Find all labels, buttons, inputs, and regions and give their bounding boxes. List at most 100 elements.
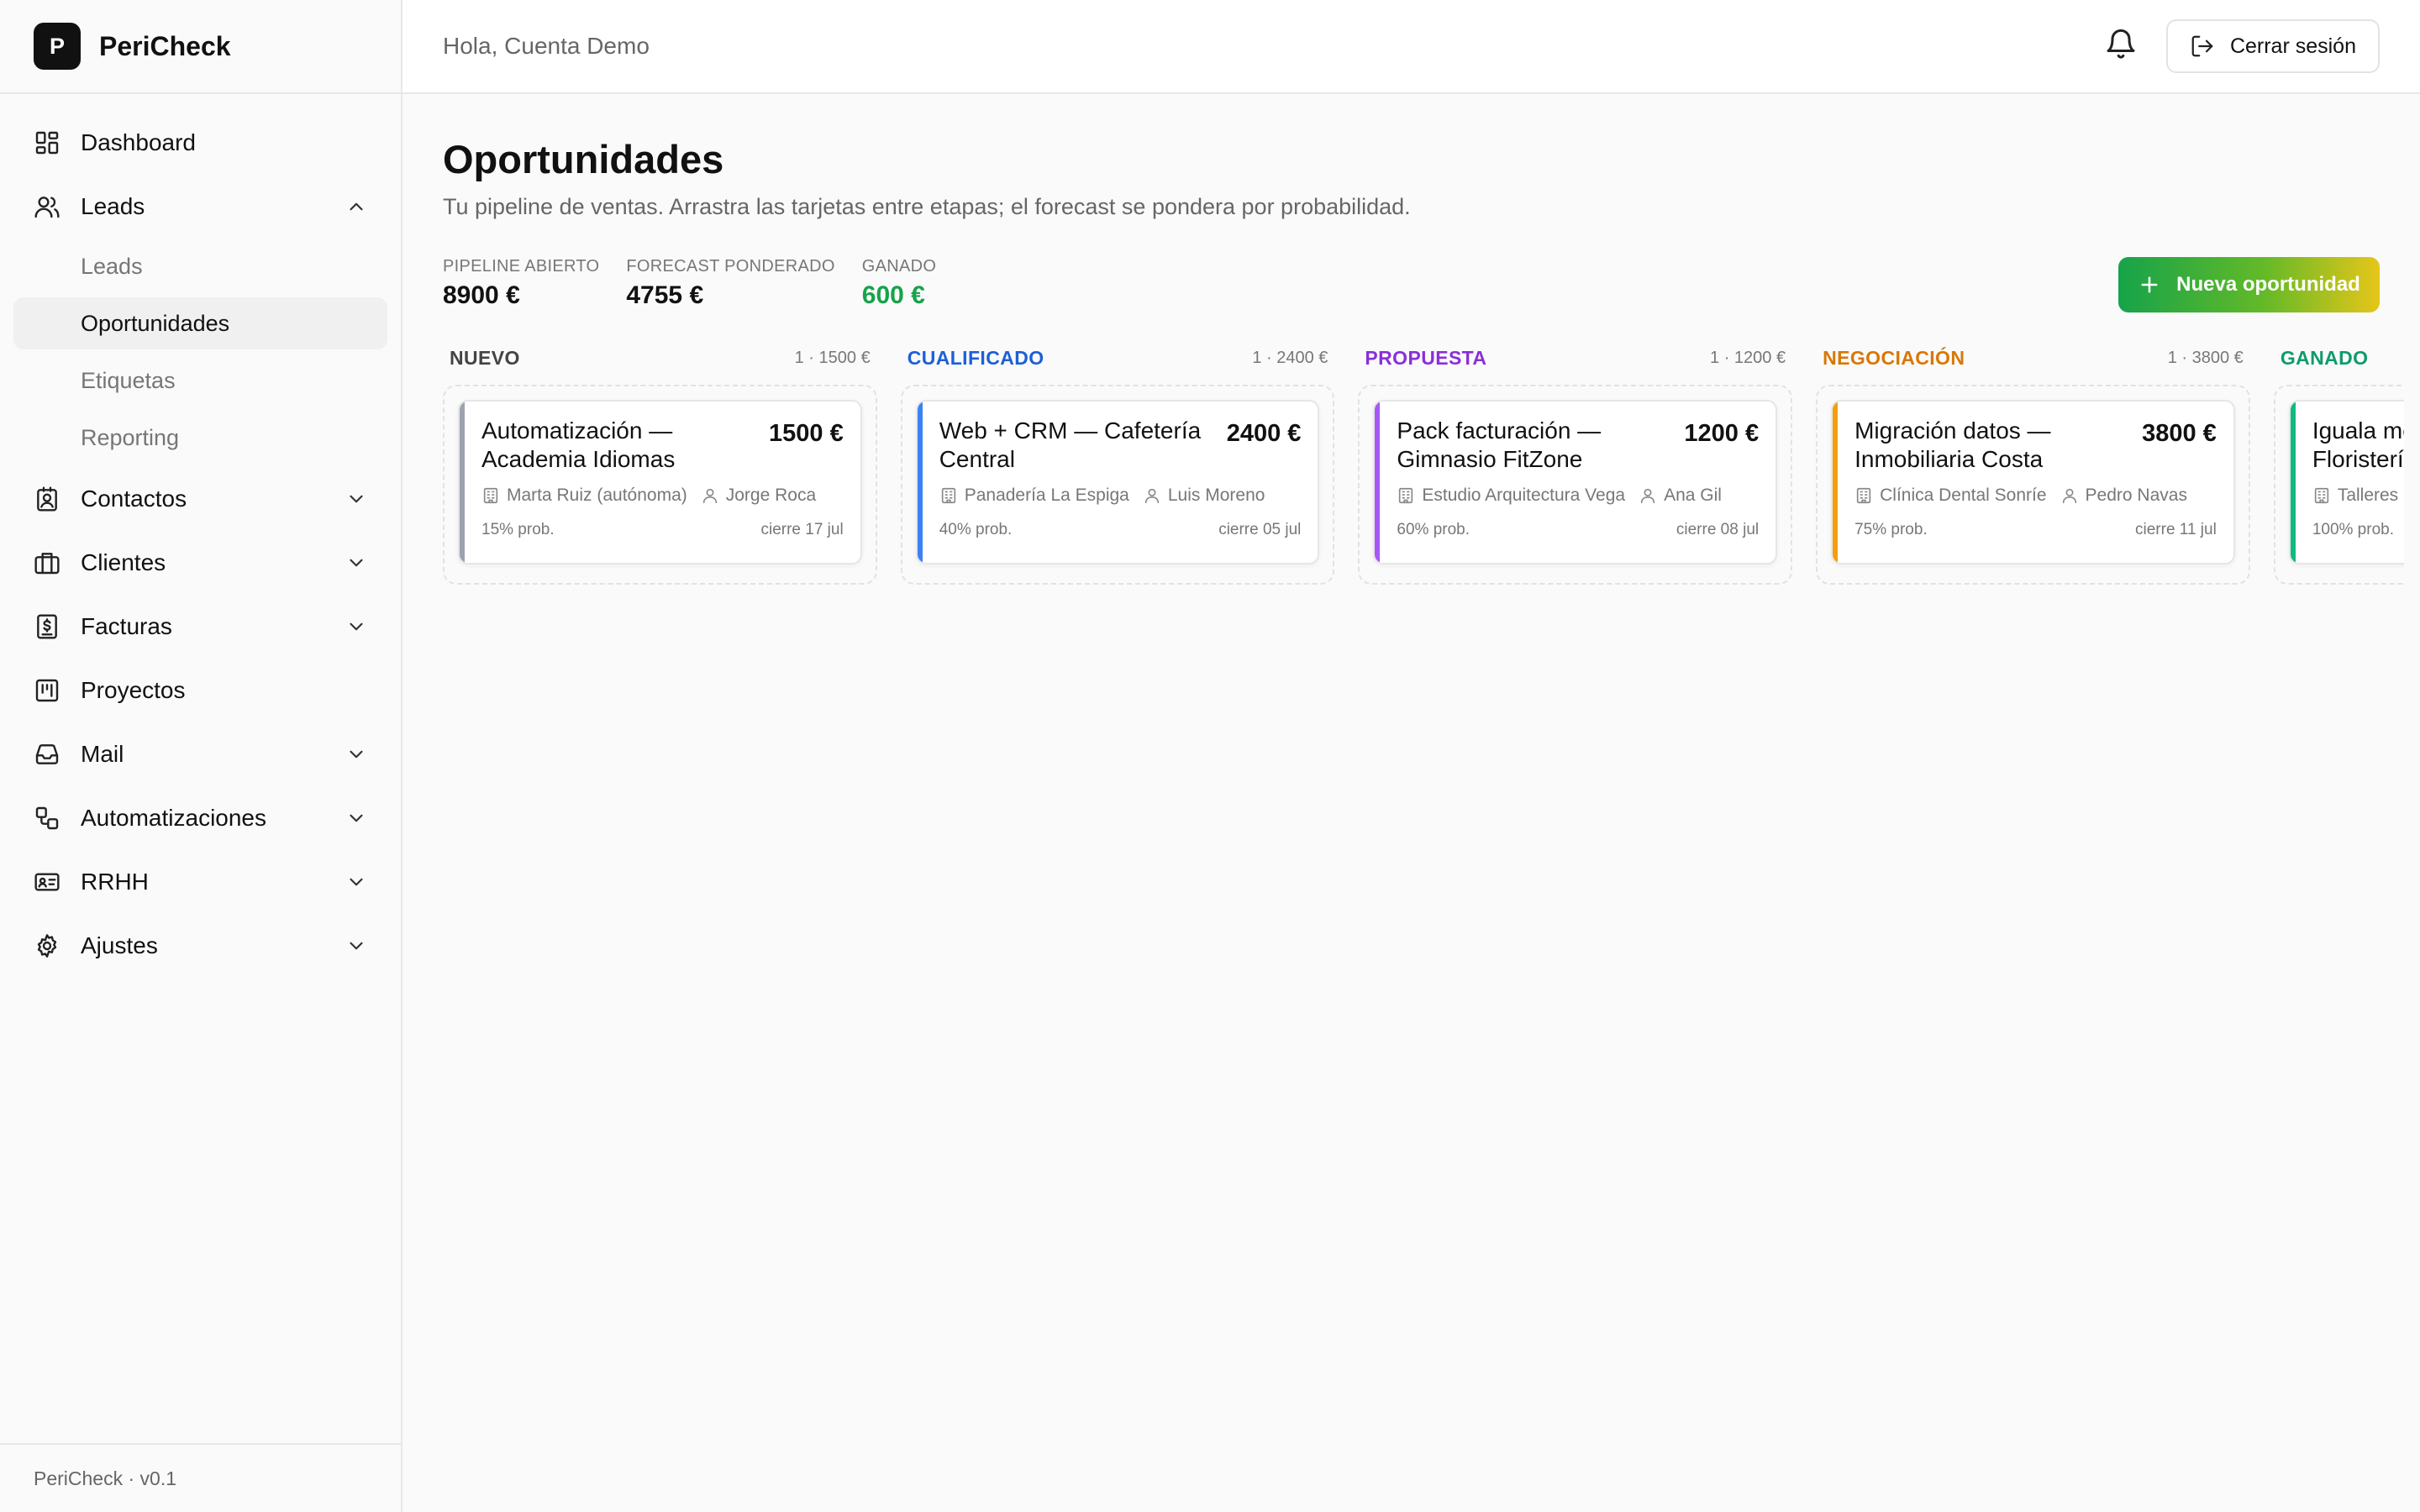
sidebar-item-label: Ajustes [81,932,158,958]
contact-card-icon [34,486,60,512]
sidebar-item-rrhh[interactable]: RRHH [13,853,387,911]
opportunity-card[interactable]: Migración datos — Inmobiliaria Costa 380… [1831,400,2235,564]
chevron-down-icon[interactable] [345,807,367,829]
new-opportunity-button[interactable]: Nueva oportunidad [2118,257,2380,312]
column-dropzone[interactable]: Iguala mensual — Floristería Talleres [2273,385,2404,585]
chevron-down-icon[interactable] [345,871,367,893]
sidebar-subitem-oportunidades[interactable]: Oportunidades [13,297,387,349]
card-top: Pack facturación — Gimnasio FitZone 1200… [1397,417,1759,474]
chevron-down-icon[interactable] [345,935,367,957]
invoice-icon [34,613,60,640]
chevron-up-icon[interactable] [345,196,367,218]
app-version: PeriCheck · v0.1 [0,1443,401,1512]
sidebar-subitem-leads[interactable]: Leads [13,240,387,292]
chevron-down-icon[interactable] [345,552,367,574]
column-dropzone[interactable]: Migración datos — Inmobiliaria Costa 380… [1816,385,2250,585]
workflow-icon [34,805,60,832]
sidebar-item-automatizaciones[interactable]: Automatizaciones [13,790,387,847]
sidebar-item-label: Dashboard [81,129,196,155]
sidebar-item-label: Mail [81,741,124,767]
card-company: Panadería La Espiga [939,486,1129,506]
card-people: Estudio Arquitectura Vega Ana Gil [1397,486,1759,506]
stat-label: GANADO [861,257,937,276]
card-people: Panadería La Espiga Luis Moreno [939,486,1302,506]
column-title: GANADO [2280,346,2369,369]
column-header: CUALIFICADO 1 · 2400 € [901,343,1335,373]
card-footer: 60% prob. cierre 08 jul [1397,521,1759,539]
stat-value: 600 € [861,281,925,309]
card-footer: 15% prob. cierre 17 jul [481,521,844,539]
column-title: PROPUESTA [1365,346,1487,369]
opportunity-card[interactable]: Automatización — Academia Idiomas 1500 €… [458,400,862,564]
column-header: NEGOCIACIÓN 1 · 3800 € [1816,343,2250,373]
card-title: Iguala mensual — Floristería [2312,417,2404,472]
stat-value: 8900 € [443,281,520,309]
gear-icon [34,932,60,959]
brand[interactable]: P PeriCheck [0,0,401,94]
dashboard-icon [34,129,60,156]
user-icon [1143,486,1161,505]
opportunity-card[interactable]: Iguala mensual — Floristería Talleres [2288,400,2404,564]
user-icon [1639,486,1657,505]
card-probability: 40% prob. [939,521,1013,538]
page-subtitle: Tu pipeline de ventas. Arrastra las tarj… [443,194,1411,219]
sidebar-item-facturas[interactable]: Facturas [13,598,387,655]
sidebar-subitem-reporting[interactable]: Reporting [13,412,387,464]
card-footer: 100% prob. [2312,521,2404,539]
sidebar-item-proyectos[interactable]: Proyectos [13,662,387,719]
users-icon [34,193,60,220]
pipeline-column-negociacion: NEGOCIACIÓN 1 · 3800 € Migración datos —… [1816,343,2250,585]
column-dropzone[interactable]: Pack facturación — Gimnasio FitZone 1200… [1358,385,1793,585]
column-dropzone[interactable]: Web + CRM — Cafetería Central 2400 € Pan… [900,385,1335,585]
card-top: Iguala mensual — Floristería [2312,417,2404,474]
sidebar-item-ajustes[interactable]: Ajustes [13,917,387,974]
card-probability: 100% prob. [2312,521,2394,538]
sidebar-item-label: Facturas [81,613,172,639]
sidebar-item-mail[interactable]: Mail [13,726,387,783]
card-owner-name: Jorge Roca [725,486,817,505]
sidebar-item-dashboard[interactable]: Dashboard [13,114,387,171]
pipeline-column-propuesta: PROPUESTA 1 · 1200 € Pack facturación — … [1358,343,1793,585]
column-meta: 1 · 3800 € [2167,348,2244,367]
column-header: GANADO [2274,343,2404,373]
stat-ganado: GANADO 600 € [862,257,936,310]
user-icon [2060,486,2079,505]
logout-icon [2190,34,2215,59]
column-title: NUEVO [450,346,520,369]
building-icon [2312,486,2331,505]
card-owner: Jorge Roca [701,486,816,506]
opportunity-card[interactable]: Web + CRM — Cafetería Central 2400 € Pan… [915,400,1320,564]
sidebar-nav: Dashboard Leads Leads Oportunidades Etiq… [0,94,401,974]
card-title: Migración datos — Inmobiliaria Costa [1854,417,2051,472]
sidebar-item-clientes[interactable]: Clientes [13,534,387,591]
chevron-down-icon[interactable] [345,616,367,638]
logout-button[interactable]: Cerrar sesión [2165,19,2380,73]
opportunity-card[interactable]: Pack facturación — Gimnasio FitZone 1200… [1373,400,1778,564]
pipeline-column-cualificado: CUALIFICADO 1 · 2400 € Web + CRM — Cafet… [900,343,1335,585]
chevron-down-icon[interactable] [345,743,367,765]
sidebar-item-leads[interactable]: Leads [13,178,387,235]
id-card-icon [34,869,60,895]
chevron-down-icon[interactable] [345,488,367,510]
column-title: NEGOCIACIÓN [1823,346,1965,369]
sidebar-subitem-etiquetas[interactable]: Etiquetas [13,354,387,407]
pipeline-board: NUEVO 1 · 1500 € Automatización — Academ… [443,343,2404,585]
main-content: Oportunidades Tu pipeline de ventas. Arr… [402,94,2420,1512]
bell-icon[interactable] [2104,28,2141,65]
column-dropzone[interactable]: Automatización — Academia Idiomas 1500 €… [443,385,877,585]
card-owner: Luis Moreno [1143,486,1265,506]
user-icon [701,486,719,505]
building-icon [481,486,500,505]
card-top: Migración datos — Inmobiliaria Costa 380… [1854,417,2217,474]
stat-forecast: FORECAST PONDERADO 4755 € [626,257,834,310]
stats-row: PIPELINE ABIERTO 8900 € FORECAST PONDERA… [443,257,2380,324]
card-people: Clínica Dental Sonríe Pedro Navas [1854,486,2217,506]
kanban-icon [34,677,60,704]
sidebar-item-contactos[interactable]: Contactos [13,470,387,528]
card-close-date: cierre 08 jul [1676,521,1760,538]
card-probability: 60% prob. [1397,521,1470,538]
sidebar-item-label: Leads [81,193,145,219]
card-probability: 15% prob. [481,521,555,538]
building-icon [939,486,958,505]
greeting: Hola, Cuenta Demo [443,33,650,59]
